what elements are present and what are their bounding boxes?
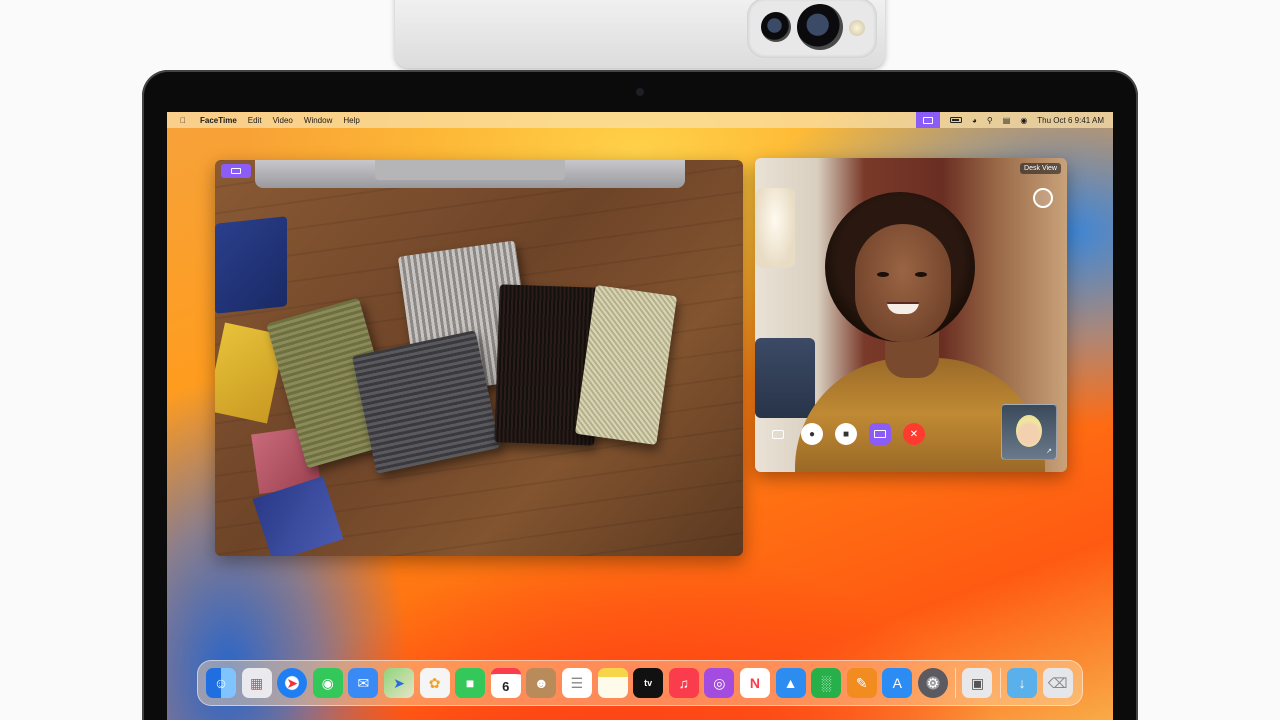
launchpad-icon[interactable]: ▦: [241, 668, 272, 698]
video-camera-button[interactable]: ■: [835, 423, 857, 445]
self-face: [1016, 415, 1042, 447]
dock-separator: [955, 668, 957, 698]
photos-icon[interactable]: ✿: [419, 668, 450, 698]
menu-window[interactable]: Window: [304, 116, 332, 125]
numbers-icon[interactable]: ░: [811, 668, 842, 698]
camera-lens-icon: [761, 12, 791, 42]
safari-icon[interactable]: ➤: [277, 668, 308, 698]
siri-icon[interactable]: ◉: [1020, 116, 1027, 125]
maps-icon[interactable]: ➤: [383, 668, 414, 698]
facetime-call-window[interactable]: Desk View ● ■ ✕ ↗: [755, 158, 1067, 472]
apple-menu-icon[interactable]: : [176, 116, 190, 125]
tv-label: tv: [644, 678, 653, 688]
music-icon[interactable]: ♫: [668, 668, 699, 698]
menu-app-name[interactable]: FaceTime: [200, 116, 237, 125]
shutter-icon[interactable]: [1033, 188, 1053, 208]
flash-icon: [849, 20, 865, 36]
system-settings-icon[interactable]: ⚙: [917, 668, 948, 698]
fabric-swatch: [351, 330, 501, 474]
menu-video[interactable]: Video: [273, 116, 293, 125]
messages-icon[interactable]: ◉: [312, 668, 343, 698]
finder-icon[interactable]: ☺: [206, 668, 236, 698]
self-view-pip[interactable]: ↗: [1001, 404, 1057, 460]
lamp: [755, 188, 795, 268]
product-photo:  FaceTime Edit Video Window Help ◕ ⚲ ▤ …: [0, 0, 1280, 720]
control-center-icon[interactable]: ▤: [1003, 116, 1011, 125]
mute-mic-button[interactable]: ●: [801, 423, 823, 445]
caller-face: [855, 224, 951, 342]
contacts-icon[interactable]: ☻: [526, 668, 557, 698]
webcam-icon: [636, 88, 644, 96]
desk-view-icon[interactable]: [916, 112, 941, 128]
desk-view-badge-icon[interactable]: [221, 164, 251, 178]
dock: ☺ ▦ ➤ ◉ ✉ ➤ ✿ ■ 6 ☻ ☰ tv ♫ ◎ N ▲ ░ ✎ A ⚙…: [197, 660, 1083, 706]
wood-block: [215, 216, 287, 314]
menu-bar:  FaceTime Edit Video Window Help ◕ ⚲ ▤ …: [167, 112, 1113, 128]
news-icon[interactable]: N: [739, 668, 770, 698]
desk-view-label[interactable]: Desk View: [1020, 163, 1061, 174]
desktop:  FaceTime Edit Video Window Help ◕ ⚲ ▤ …: [167, 112, 1113, 720]
menu-help[interactable]: Help: [343, 116, 359, 125]
desk-view-window[interactable]: [215, 160, 743, 556]
keynote-icon[interactable]: ▲: [775, 668, 806, 698]
pages-icon[interactable]: ✎: [846, 668, 877, 698]
status-area: ◕ ⚲ ▤ ◉ Thu Oct 6 9:41 AM: [916, 112, 1113, 128]
calendar-day: 6: [502, 678, 510, 694]
end-call-button[interactable]: ✕: [903, 423, 925, 445]
notes-icon[interactable]: [597, 668, 628, 698]
dock-separator: [1000, 668, 1002, 698]
sidebar-toggle-icon[interactable]: [767, 423, 789, 445]
facetime-icon[interactable]: ■: [455, 668, 486, 698]
trash-icon[interactable]: ⌫: [1042, 668, 1073, 698]
call-controls: ● ■ ✕: [767, 422, 937, 446]
mail-icon[interactable]: ✉: [348, 668, 379, 698]
macbook:  FaceTime Edit Video Window Help ◕ ⚲ ▤ …: [142, 70, 1138, 720]
menu-clock[interactable]: Thu Oct 6 9:41 AM: [1037, 116, 1104, 125]
desk-view-button[interactable]: [869, 423, 891, 445]
camera-lens-icon: [797, 4, 843, 50]
chair: [755, 338, 815, 418]
reminders-icon[interactable]: ☰: [561, 668, 592, 698]
downloads-folder-icon[interactable]: ↓: [1007, 668, 1038, 698]
tv-icon[interactable]: tv: [633, 668, 664, 698]
podcasts-icon[interactable]: ◎: [704, 668, 735, 698]
search-icon[interactable]: ⚲: [987, 116, 993, 125]
camera-bump: [747, 0, 877, 58]
expand-icon[interactable]: ↗: [1045, 448, 1053, 456]
app-store-icon[interactable]: A: [882, 668, 913, 698]
menu-edit[interactable]: Edit: [248, 116, 262, 125]
calendar-icon[interactable]: 6: [490, 668, 521, 698]
battery-icon[interactable]: [950, 117, 963, 123]
wifi-icon[interactable]: ◕: [972, 116, 977, 125]
iphone: [395, 0, 885, 68]
laptop-edge: [255, 160, 685, 188]
preview-icon[interactable]: ▣: [962, 668, 993, 698]
